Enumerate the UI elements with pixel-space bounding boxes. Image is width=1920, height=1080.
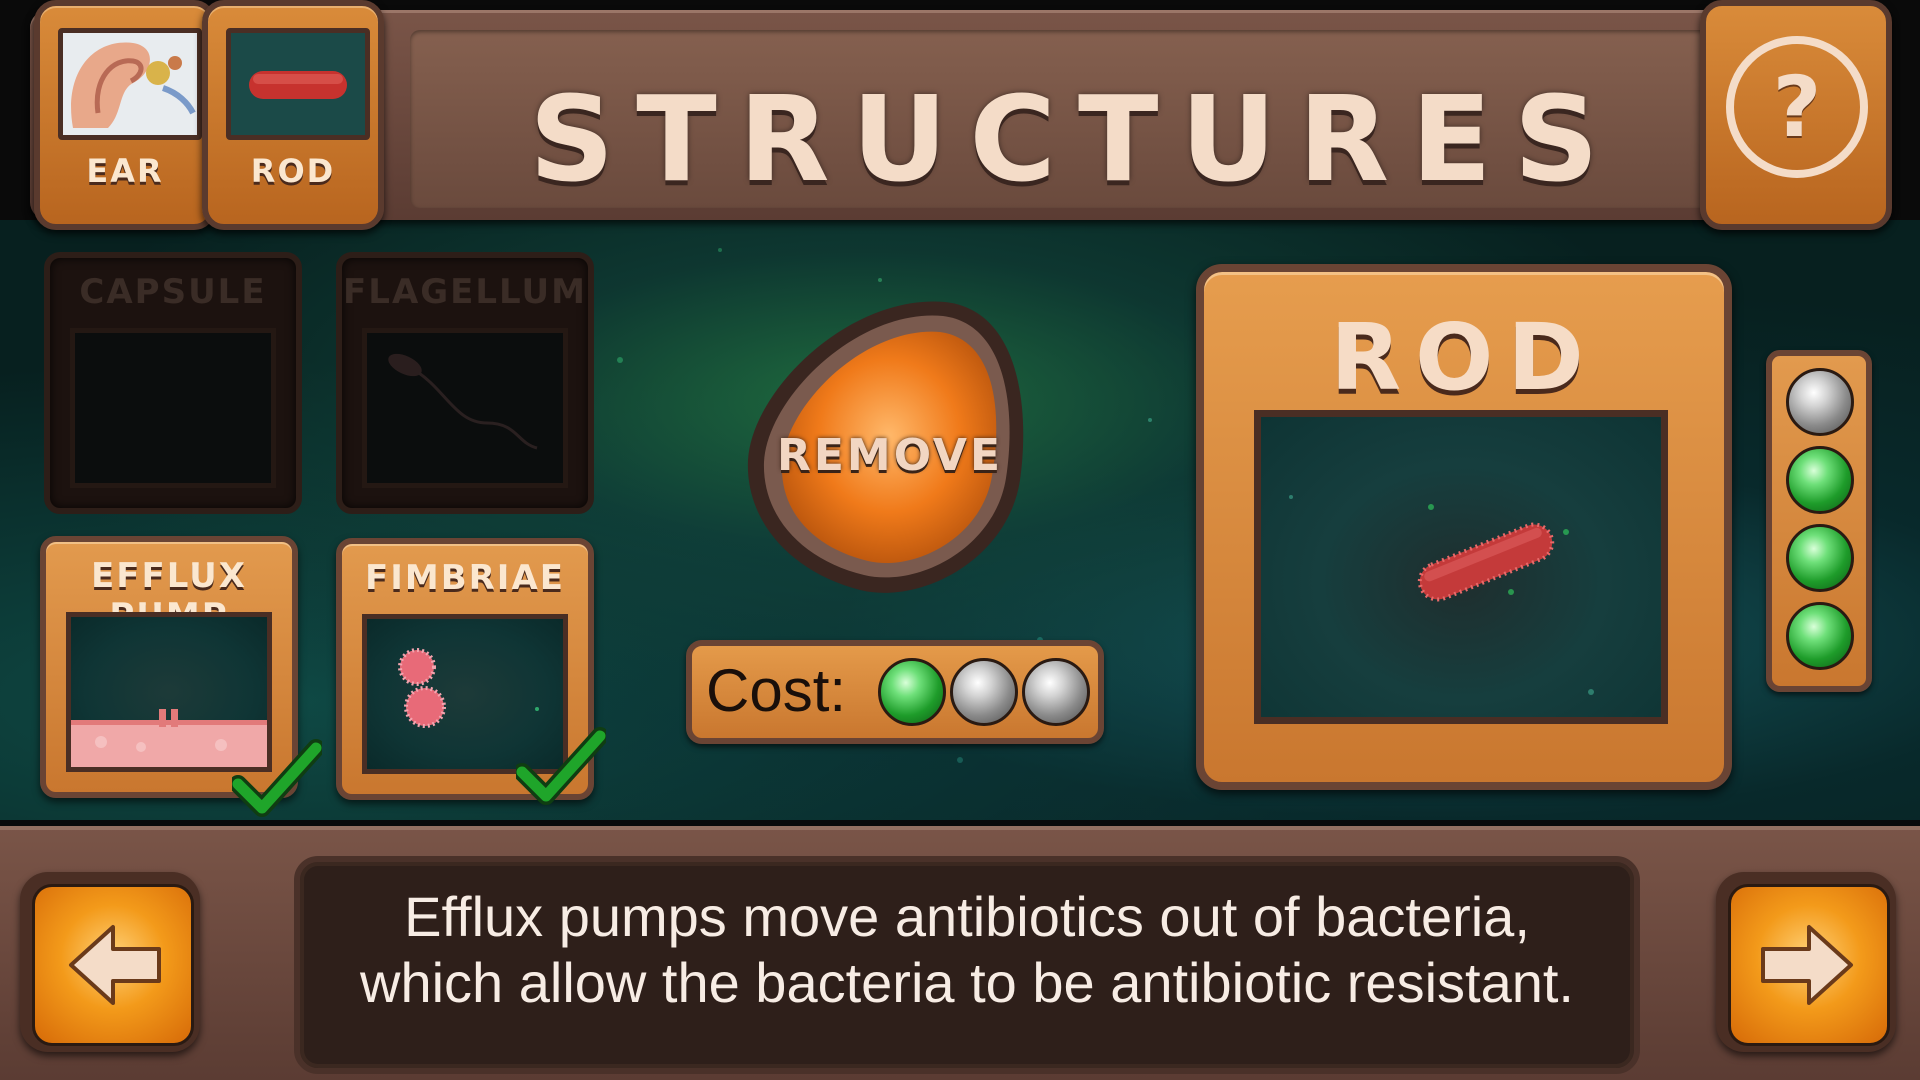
description-box: Efflux pumps move antibiotics out of bac… xyxy=(294,856,1640,1074)
capsule-preview xyxy=(70,328,276,488)
arrow-right-icon xyxy=(1761,925,1853,1005)
tab-ear[interactable]: EAR xyxy=(34,0,216,230)
structure-card-efflux-pump[interactable]: EFFLUX PUMP xyxy=(40,536,322,817)
structure-card-fimbriae[interactable]: FIMBRIAE xyxy=(336,538,606,805)
cost-indicator: Cost: xyxy=(686,640,1104,744)
structure-card-capsule[interactable]: CAPSULE xyxy=(44,252,302,514)
description-line-2: which allow the bacteria to be antibioti… xyxy=(360,951,1574,1014)
next-button[interactable] xyxy=(1716,872,1896,1052)
structure-card-flagellum[interactable]: FLAGELLUM xyxy=(336,252,594,514)
tab-rod[interactable]: ROD xyxy=(202,0,384,230)
cost-orb-filled xyxy=(878,658,946,726)
description-text: Efflux pumps move antibiotics out of bac… xyxy=(320,884,1614,1016)
level-light-on xyxy=(1786,446,1854,514)
title-strip: STRUCTURES xyxy=(410,30,1740,208)
arrow-left-icon xyxy=(69,925,161,1005)
description-line-1: Efflux pumps move antibiotics out of bac… xyxy=(404,885,1530,948)
rod-bacterium-view xyxy=(1254,410,1668,724)
remove-button[interactable]: REMOVE xyxy=(730,290,1050,620)
ear-thumbnail xyxy=(58,28,202,140)
checkmark-icon xyxy=(232,739,322,817)
previous-button[interactable] xyxy=(20,872,200,1052)
tab-ear-label: EAR xyxy=(86,152,164,190)
rod-thumbnail xyxy=(226,28,370,140)
help-button[interactable]: ? xyxy=(1700,0,1892,230)
next-button-face xyxy=(1728,884,1890,1046)
tab-rod-label: ROD xyxy=(250,152,336,190)
question-mark-icon: ? xyxy=(1726,36,1868,178)
level-light-on xyxy=(1786,524,1854,592)
preview-title: ROD xyxy=(1330,304,1598,411)
level-indicator xyxy=(1766,350,1872,692)
remove-button-label: REMOVE xyxy=(776,430,1004,481)
footer-bar: Efflux pumps move antibiotics out of bac… xyxy=(0,826,1920,1080)
structure-label: FLAGELLUM xyxy=(343,272,587,312)
cost-label: Cost: xyxy=(706,657,847,724)
cost-orb-empty xyxy=(950,658,1018,726)
flagellum-preview xyxy=(362,328,568,488)
cost-orb-empty xyxy=(1022,658,1090,726)
page-title: STRUCTURES xyxy=(529,70,1621,208)
checkmark-icon xyxy=(516,727,606,805)
level-light-on xyxy=(1786,602,1854,670)
structure-label: FIMBRIAE xyxy=(365,558,565,598)
level-light-off xyxy=(1786,368,1854,436)
previous-button-face xyxy=(32,884,194,1046)
selected-structure-preview: ROD xyxy=(1196,264,1732,790)
structure-label: CAPSULE xyxy=(79,272,267,312)
